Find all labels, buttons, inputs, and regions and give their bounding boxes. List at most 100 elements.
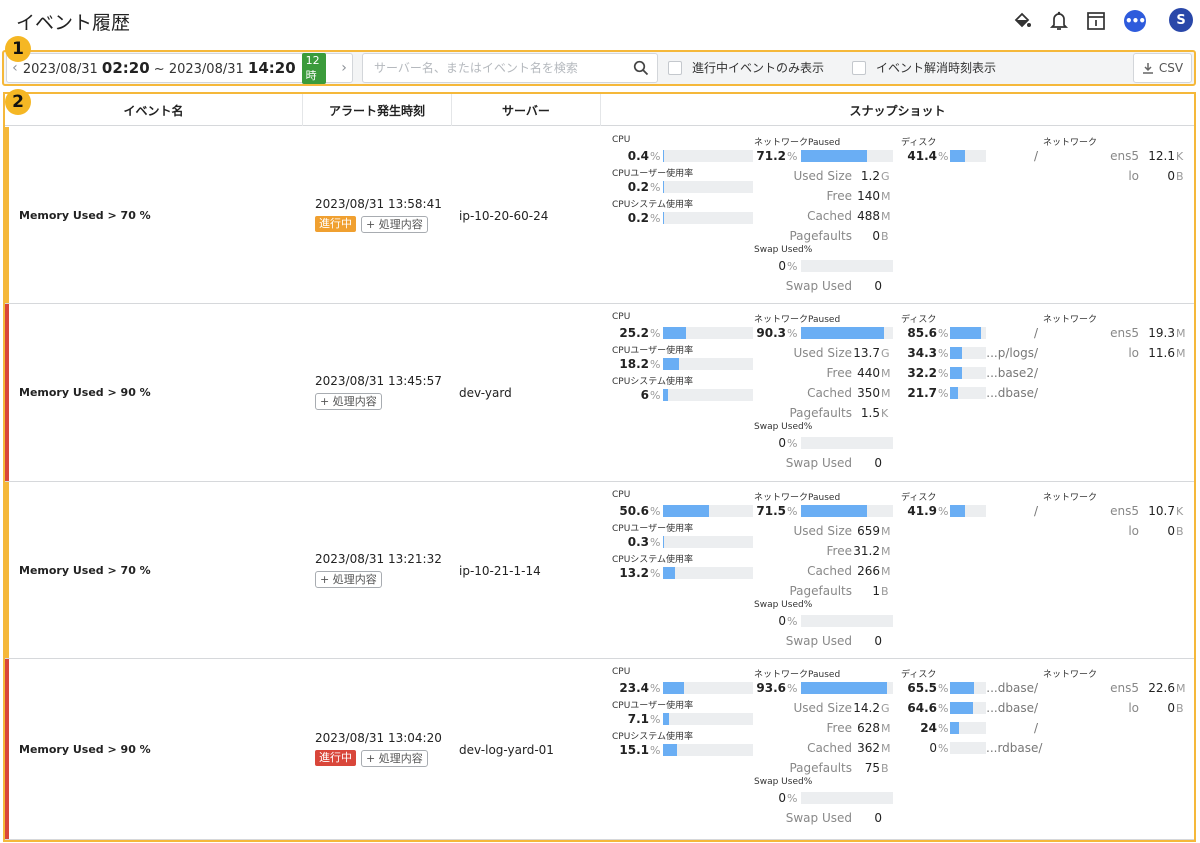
cpu-sys-value: 0.2% — [605, 211, 753, 225]
resolve-time-checkbox[interactable]: イベント解消時刻表示 — [852, 59, 996, 76]
mem-bar — [801, 682, 893, 694]
csv-download-button[interactable]: CSV — [1133, 53, 1192, 83]
cpu-bar — [663, 212, 753, 224]
event-name: Memory Used > 70 % — [19, 564, 151, 577]
table-row[interactable]: Memory Used > 70 % 2023/08/31 13:58:41 進行中… — [5, 127, 1194, 304]
table-row[interactable]: Memory Used > 70 % 2023/08/31 13:21:32 + 処… — [5, 482, 1194, 659]
swap-pct-value: 0% — [754, 614, 893, 628]
disk-bar — [950, 682, 986, 694]
network-row: ens5 12.1 K — [1110, 149, 1184, 163]
disk-row: 85.6% / — [907, 326, 1038, 340]
table-header: イベント名 アラート発生時刻 サーバー スナップショット — [5, 94, 1194, 126]
tag-row: 進行中 + 処理内容 — [315, 216, 428, 233]
cpu-bar — [663, 181, 753, 193]
disk-label: ディスク — [901, 670, 937, 680]
date-range-picker[interactable]: ‹ 2023/08/31 02:20 ~ 2023/08/31 14:20 12… — [6, 52, 353, 84]
alert-time: 2023/08/31 13:58:41 — [315, 197, 442, 211]
chat-icon[interactable]: ••• — [1123, 9, 1147, 33]
col-server[interactable]: サーバー — [452, 94, 601, 126]
cpu-bar — [663, 389, 753, 401]
table-row[interactable]: Memory Used > 90 % 2023/08/31 13:45:57 + 処… — [5, 304, 1194, 482]
disk-label: ディスク — [901, 493, 937, 503]
alert-time: 2023/08/31 13:45:57 — [315, 374, 442, 388]
network-row: lo 11.6 M — [1128, 346, 1186, 360]
disk-row: 41.9% / — [907, 504, 1038, 518]
disk-bar-fill — [950, 367, 962, 379]
disk-path: / — [1033, 149, 1038, 163]
used-size-row: Used Size 13.7 G — [793, 346, 890, 360]
pagefaults-row: Pagefaults 0 B — [789, 229, 889, 243]
disk-bar-fill — [950, 150, 965, 162]
cpu-bar — [663, 713, 753, 725]
swap-bar — [801, 615, 893, 627]
server-name[interactable]: dev-yard — [459, 386, 512, 400]
cpu-bar-fill — [663, 713, 670, 725]
paint-bucket-icon[interactable] — [1010, 9, 1034, 33]
mem-label: ネットワークPaused — [754, 493, 841, 503]
disk-row: 21.7% ...dbase/ — [907, 386, 1038, 400]
cached-row: Cached 350 M — [807, 386, 891, 400]
used-size-row: Used Size 1.2 G — [793, 169, 890, 183]
disk-row: 34.3% ...p/logs/ — [907, 346, 1038, 360]
cpu-sys-value-label: CPUシステム使用率 — [612, 555, 694, 565]
active-only-checkbox[interactable]: 進行中イベントのみ表示 — [668, 59, 824, 76]
snapshot-cell: CPU 23.4% CPUユーザー使用率 7.1% CPUシステム使用率 15.… — [605, 659, 1194, 839]
server-name[interactable]: ip-10-21-1-14 — [459, 564, 541, 578]
mem-bar — [801, 327, 893, 339]
network-row: ens5 10.7 K — [1110, 504, 1184, 518]
severity-stripe — [5, 127, 9, 303]
cpu-user-value: 18.2% — [605, 357, 753, 371]
cpu-value: 50.6% — [605, 504, 753, 518]
bell-icon[interactable] — [1047, 9, 1071, 33]
cpu-sys-value-label: CPUシステム使用率 — [612, 377, 694, 387]
tag-row: + 処理内容 — [315, 571, 382, 588]
next-range-icon[interactable]: › — [336, 60, 352, 76]
disk-path: ...dbase/ — [986, 701, 1038, 715]
free-row: Free 628 M — [826, 721, 891, 735]
range-badge[interactable]: 12時 — [301, 52, 327, 84]
checkbox[interactable] — [668, 60, 682, 75]
col-alert-time[interactable]: アラート発生時刻 — [303, 94, 452, 126]
server-name[interactable]: dev-log-yard-01 — [459, 743, 554, 757]
cpu-bar-fill — [663, 682, 685, 694]
active-badge: 進行中 — [315, 216, 356, 232]
snapshot-cell: CPU 0.4% CPUユーザー使用率 0.2% CPUシステム使用率 0.2%… — [605, 127, 1194, 303]
calendar-icon[interactable] — [1084, 9, 1108, 33]
swap-bar — [801, 792, 893, 804]
cpu-value: 0.4% — [605, 149, 753, 163]
prev-range-icon[interactable]: ‹ — [7, 60, 23, 76]
handle-button[interactable]: + 処理内容 — [315, 393, 382, 410]
disk-path: ...dbase/ — [986, 386, 1038, 400]
handle-button[interactable]: + 処理内容 — [361, 216, 428, 233]
cached-row: Cached 266 M — [807, 564, 891, 578]
mem-value: 90.3% — [754, 326, 893, 340]
page-title: イベント履歴 — [16, 12, 131, 34]
handle-button[interactable]: + 処理内容 — [315, 571, 382, 588]
disk-bar — [950, 722, 986, 734]
server-name[interactable]: ip-10-20-60-24 — [459, 209, 548, 223]
disk-path: ...p/logs/ — [986, 346, 1038, 360]
cpu-bar — [663, 567, 753, 579]
mem-label: ネットワークPaused — [754, 315, 841, 325]
swap-used-row: Swap Used 0 — [785, 811, 882, 825]
mem-value: 71.5% — [754, 504, 893, 518]
cpu-sys-value: 6% — [605, 388, 753, 402]
checkbox[interactable] — [852, 60, 866, 75]
swap-used-row: Swap Used 0 — [785, 279, 882, 293]
swap-pct-label: Swap Used% — [754, 777, 813, 787]
handle-button[interactable]: + 処理内容 — [361, 750, 428, 767]
cpu-user-value: 0.2% — [605, 180, 753, 194]
event-name: Memory Used > 90 % — [19, 386, 151, 399]
network-row: ens5 19.3 M — [1110, 326, 1186, 340]
network-row: lo 0 B — [1128, 524, 1184, 538]
search-input[interactable] — [363, 54, 623, 82]
cpu-bar — [663, 505, 753, 517]
mem-bar-fill — [801, 682, 888, 694]
callout-1: 1 — [5, 36, 31, 62]
col-event-name[interactable]: イベント名 — [5, 94, 303, 126]
mem-label: ネットワークPaused — [754, 138, 841, 148]
search-icon[interactable] — [633, 60, 649, 79]
table-row[interactable]: Memory Used > 90 % 2023/08/31 13:04:20 進行中… — [5, 659, 1194, 840]
col-snapshot: スナップショット — [849, 103, 946, 118]
avatar[interactable]: S — [1169, 8, 1193, 32]
